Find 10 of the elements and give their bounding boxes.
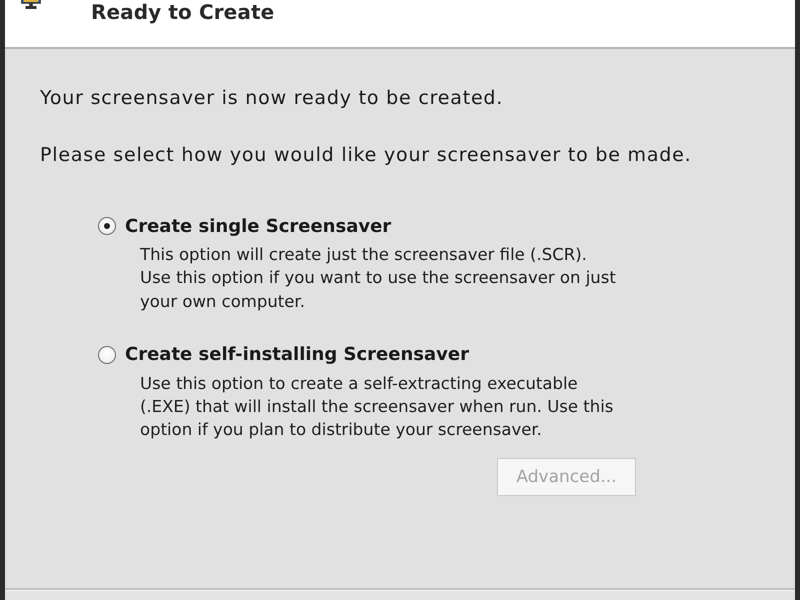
option-label[interactable]: Create self-installing Screensaver [125, 344, 469, 366]
intro-text: Your screensaver is now ready to be created. [40, 86, 504, 110]
radio-button[interactable] [98, 346, 116, 364]
monitor-icon [20, 0, 42, 11]
option-description: This option will create just the screensaver file (.SCR). Use this option if you want to use the screensaver on just your own computer. [140, 244, 616, 313]
page-title: Ready to Create [91, 0, 274, 24]
option-description: Use this option to create a self-extracting executable (.EXE) that will install the screensaver when run. Use this option if you plan to distribute your screensaver. [140, 372, 614, 442]
option-label[interactable]: Create single Screensaver [125, 216, 392, 236]
radio-button[interactable] [98, 217, 116, 235]
prompt-text: Please select how you would like your screensaver to be made. [40, 143, 692, 167]
